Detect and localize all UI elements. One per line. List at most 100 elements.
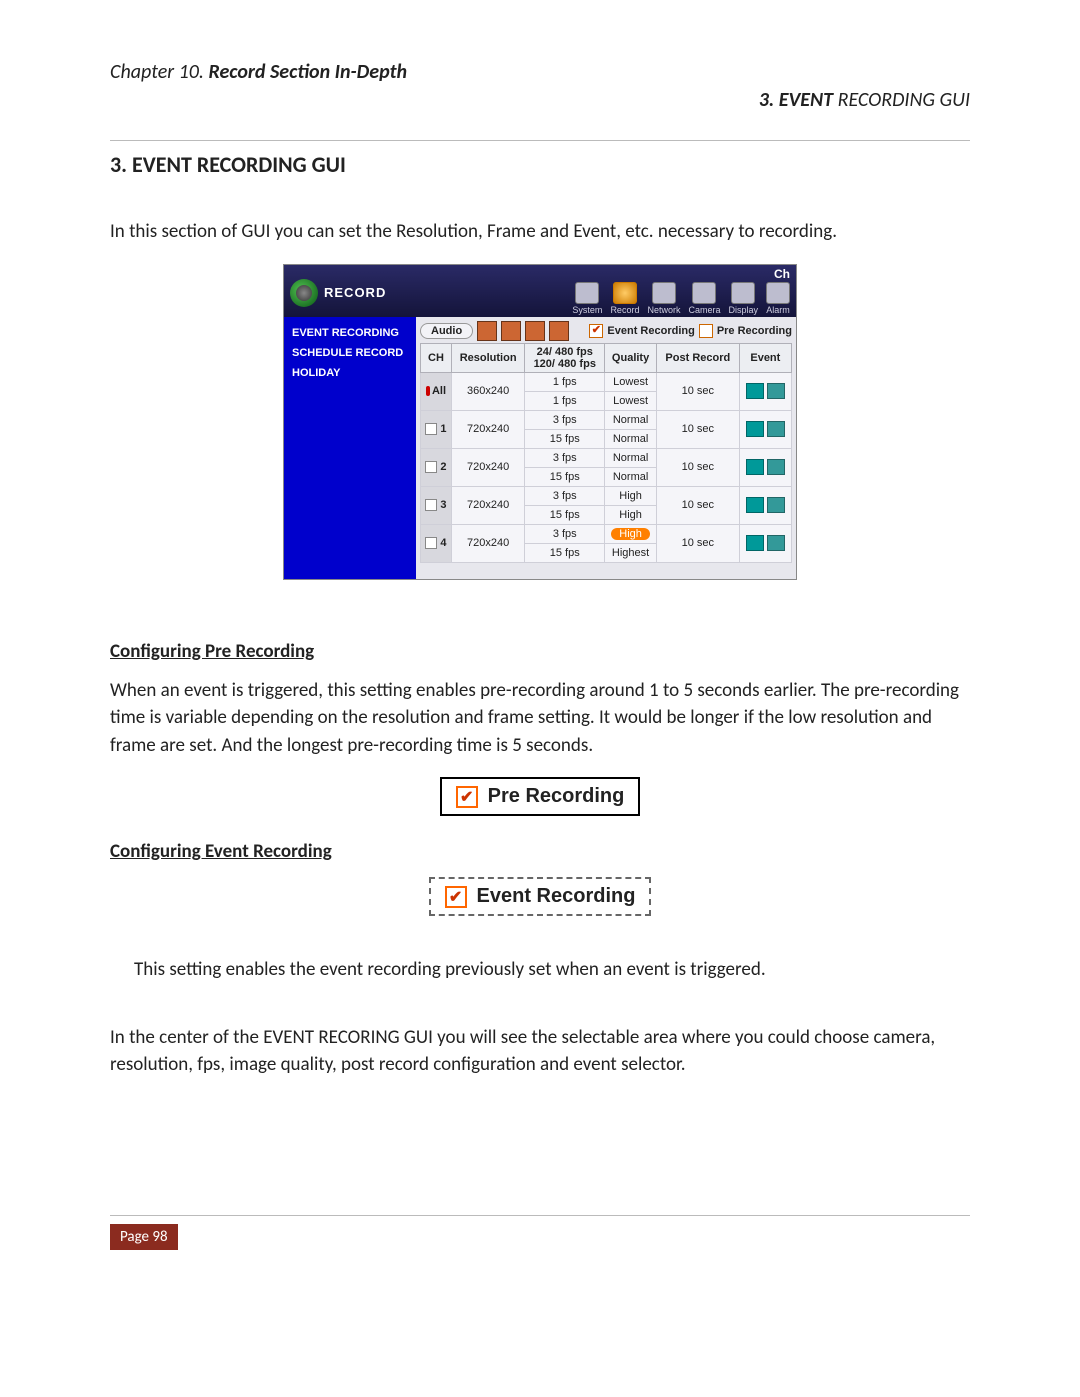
col-ch: CH <box>421 343 452 372</box>
fps-cell[interactable]: 15 fps <box>525 505 605 524</box>
quality-cell[interactable]: Lowest <box>605 372 657 391</box>
pre-recording-paragraph: When an event is triggered, this setting… <box>110 677 970 760</box>
quality-cell[interactable]: Normal <box>605 429 657 448</box>
post-cell[interactable]: 10 sec <box>656 486 739 524</box>
ch-cell[interactable]: 4 <box>421 524 452 562</box>
pre-recording-label: Pre Recording <box>717 325 792 337</box>
menu-alarm[interactable]: Alarm <box>766 282 790 315</box>
sensor-event-icon <box>767 535 785 551</box>
menu-network[interactable]: Network <box>647 282 680 315</box>
fps-cell[interactable]: 1 fps <box>525 391 605 410</box>
audio-slot-4-icon[interactable] <box>549 321 569 341</box>
display-icon <box>731 282 755 304</box>
ch-checkbox-icon <box>425 461 437 473</box>
sensor-event-icon <box>767 421 785 437</box>
ch-checkbox-icon <box>425 423 437 435</box>
gui-sidebar: EVENT RECORDING SCHEDULE RECORD HOLIDAY <box>284 317 416 579</box>
post-cell[interactable]: 10 sec <box>656 410 739 448</box>
event-cell[interactable] <box>739 448 791 486</box>
menu-system[interactable]: System <box>572 282 602 315</box>
quality-cell[interactable]: High <box>605 486 657 505</box>
fps-cell[interactable]: 15 fps <box>525 429 605 448</box>
checkbox-icon: ✔ <box>699 324 713 338</box>
sensor-event-icon <box>767 459 785 475</box>
event-recording-label: Event Recording <box>607 325 694 337</box>
checkbox-checked-icon: ✔ <box>456 786 478 808</box>
ch-cell[interactable]: All <box>421 372 452 410</box>
event-cell[interactable] <box>739 524 791 562</box>
motion-event-icon <box>746 535 764 551</box>
post-cell[interactable]: 10 sec <box>656 372 739 410</box>
checkbox-icon: ✔ <box>589 324 603 338</box>
menu-camera[interactable]: Camera <box>688 282 720 315</box>
resolution-cell[interactable]: 720x240 <box>451 410 524 448</box>
alarm-icon <box>766 282 790 304</box>
audio-slot-3-icon[interactable] <box>525 321 545 341</box>
table-header-row: CH Resolution 24/ 480 fps 120/ 480 fps Q… <box>421 343 792 372</box>
col-event: Event <box>739 343 791 372</box>
quality-cell[interactable]: Lowest <box>605 391 657 410</box>
audio-slot-1-icon[interactable] <box>477 321 497 341</box>
event-recording-figure: ✔ Event Recording <box>429 877 652 916</box>
pre-recording-checkbox[interactable]: ✔ Pre Recording <box>699 324 792 338</box>
event-cell[interactable] <box>739 486 791 524</box>
col-quality: Quality <box>605 343 657 372</box>
fps-cell[interactable]: 15 fps <box>525 543 605 562</box>
motion-event-icon <box>746 383 764 399</box>
menu-display[interactable]: Display <box>728 282 758 315</box>
quality-cell[interactable]: High <box>605 505 657 524</box>
event-recording-paragraph-1: This setting enables the event recording… <box>110 956 970 984</box>
sidebar-item-schedule-record[interactable]: SCHEDULE RECORD <box>290 343 410 363</box>
fps-cell[interactable]: 3 fps <box>525 410 605 429</box>
sidebar-item-event-recording[interactable]: EVENT RECORDING <box>290 323 410 343</box>
header-right-title: 3. EVENT RECORDING GUI <box>110 88 970 112</box>
ch-cell[interactable]: 3 <box>421 486 452 524</box>
sidebar-item-holiday[interactable]: HOLIDAY <box>290 363 410 383</box>
col-fps: 24/ 480 fps 120/ 480 fps <box>525 343 605 372</box>
header-number: 3. EVENT <box>759 88 833 112</box>
fps-cell[interactable]: 3 fps <box>525 486 605 505</box>
menu-record[interactable]: Record <box>610 282 639 315</box>
motion-event-icon <box>746 459 764 475</box>
event-recording-heading: Configuring Event Recording <box>110 840 970 863</box>
quality-cell[interactable]: Highest <box>605 543 657 562</box>
audio-label[interactable]: Audio <box>420 323 473 339</box>
event-cell[interactable] <box>739 372 791 410</box>
chapter-header: Chapter 10. Record Section In-Depth <box>110 60 970 84</box>
pre-recording-heading: Configuring Pre Recording <box>110 640 970 663</box>
resolution-cell[interactable]: 720x240 <box>451 524 524 562</box>
record-icon <box>613 282 637 304</box>
audio-slot-2-icon[interactable] <box>501 321 521 341</box>
post-cell[interactable]: 10 sec <box>656 524 739 562</box>
chapter-number: Chapter 10. <box>110 60 204 84</box>
post-cell[interactable]: 10 sec <box>656 448 739 486</box>
fps-cell[interactable]: 15 fps <box>525 467 605 486</box>
quality-cell[interactable]: High <box>605 524 657 543</box>
motion-event-icon <box>746 421 764 437</box>
header-rest: RECORDING GUI <box>833 88 970 112</box>
event-recording-checkbox[interactable]: ✔ Event Recording <box>589 324 694 338</box>
event-recording-fig-label: Event Recording <box>477 885 636 908</box>
col-post: Post Record <box>656 343 739 372</box>
checkbox-checked-icon: ✔ <box>445 886 467 908</box>
fps-cell[interactable]: 1 fps <box>525 372 605 391</box>
ch-cell[interactable]: 2 <box>421 448 452 486</box>
table-row: All 360x240 1 fps Lowest 10 sec <box>421 372 792 391</box>
page-number-badge: Page 98 <box>110 1224 178 1250</box>
quality-cell[interactable]: Normal <box>605 448 657 467</box>
fps-cell[interactable]: 3 fps <box>525 448 605 467</box>
resolution-cell[interactable]: 720x240 <box>451 486 524 524</box>
fps-cell[interactable]: 3 fps <box>525 524 605 543</box>
sensor-event-icon <box>767 383 785 399</box>
quality-cell[interactable]: Normal <box>605 467 657 486</box>
resolution-cell[interactable]: 720x240 <box>451 448 524 486</box>
event-cell[interactable] <box>739 410 791 448</box>
ch-checkbox-icon <box>425 537 437 549</box>
motion-event-icon <box>746 497 764 513</box>
table-row: 2 720x240 3 fps Normal 10 sec <box>421 448 792 467</box>
ch-cell[interactable]: 1 <box>421 410 452 448</box>
quality-cell[interactable]: Normal <box>605 410 657 429</box>
page-footer: Page 98 <box>110 1207 970 1250</box>
resolution-cell[interactable]: 360x240 <box>451 372 524 410</box>
pre-recording-figure: ✔ Pre Recording <box>440 777 641 816</box>
